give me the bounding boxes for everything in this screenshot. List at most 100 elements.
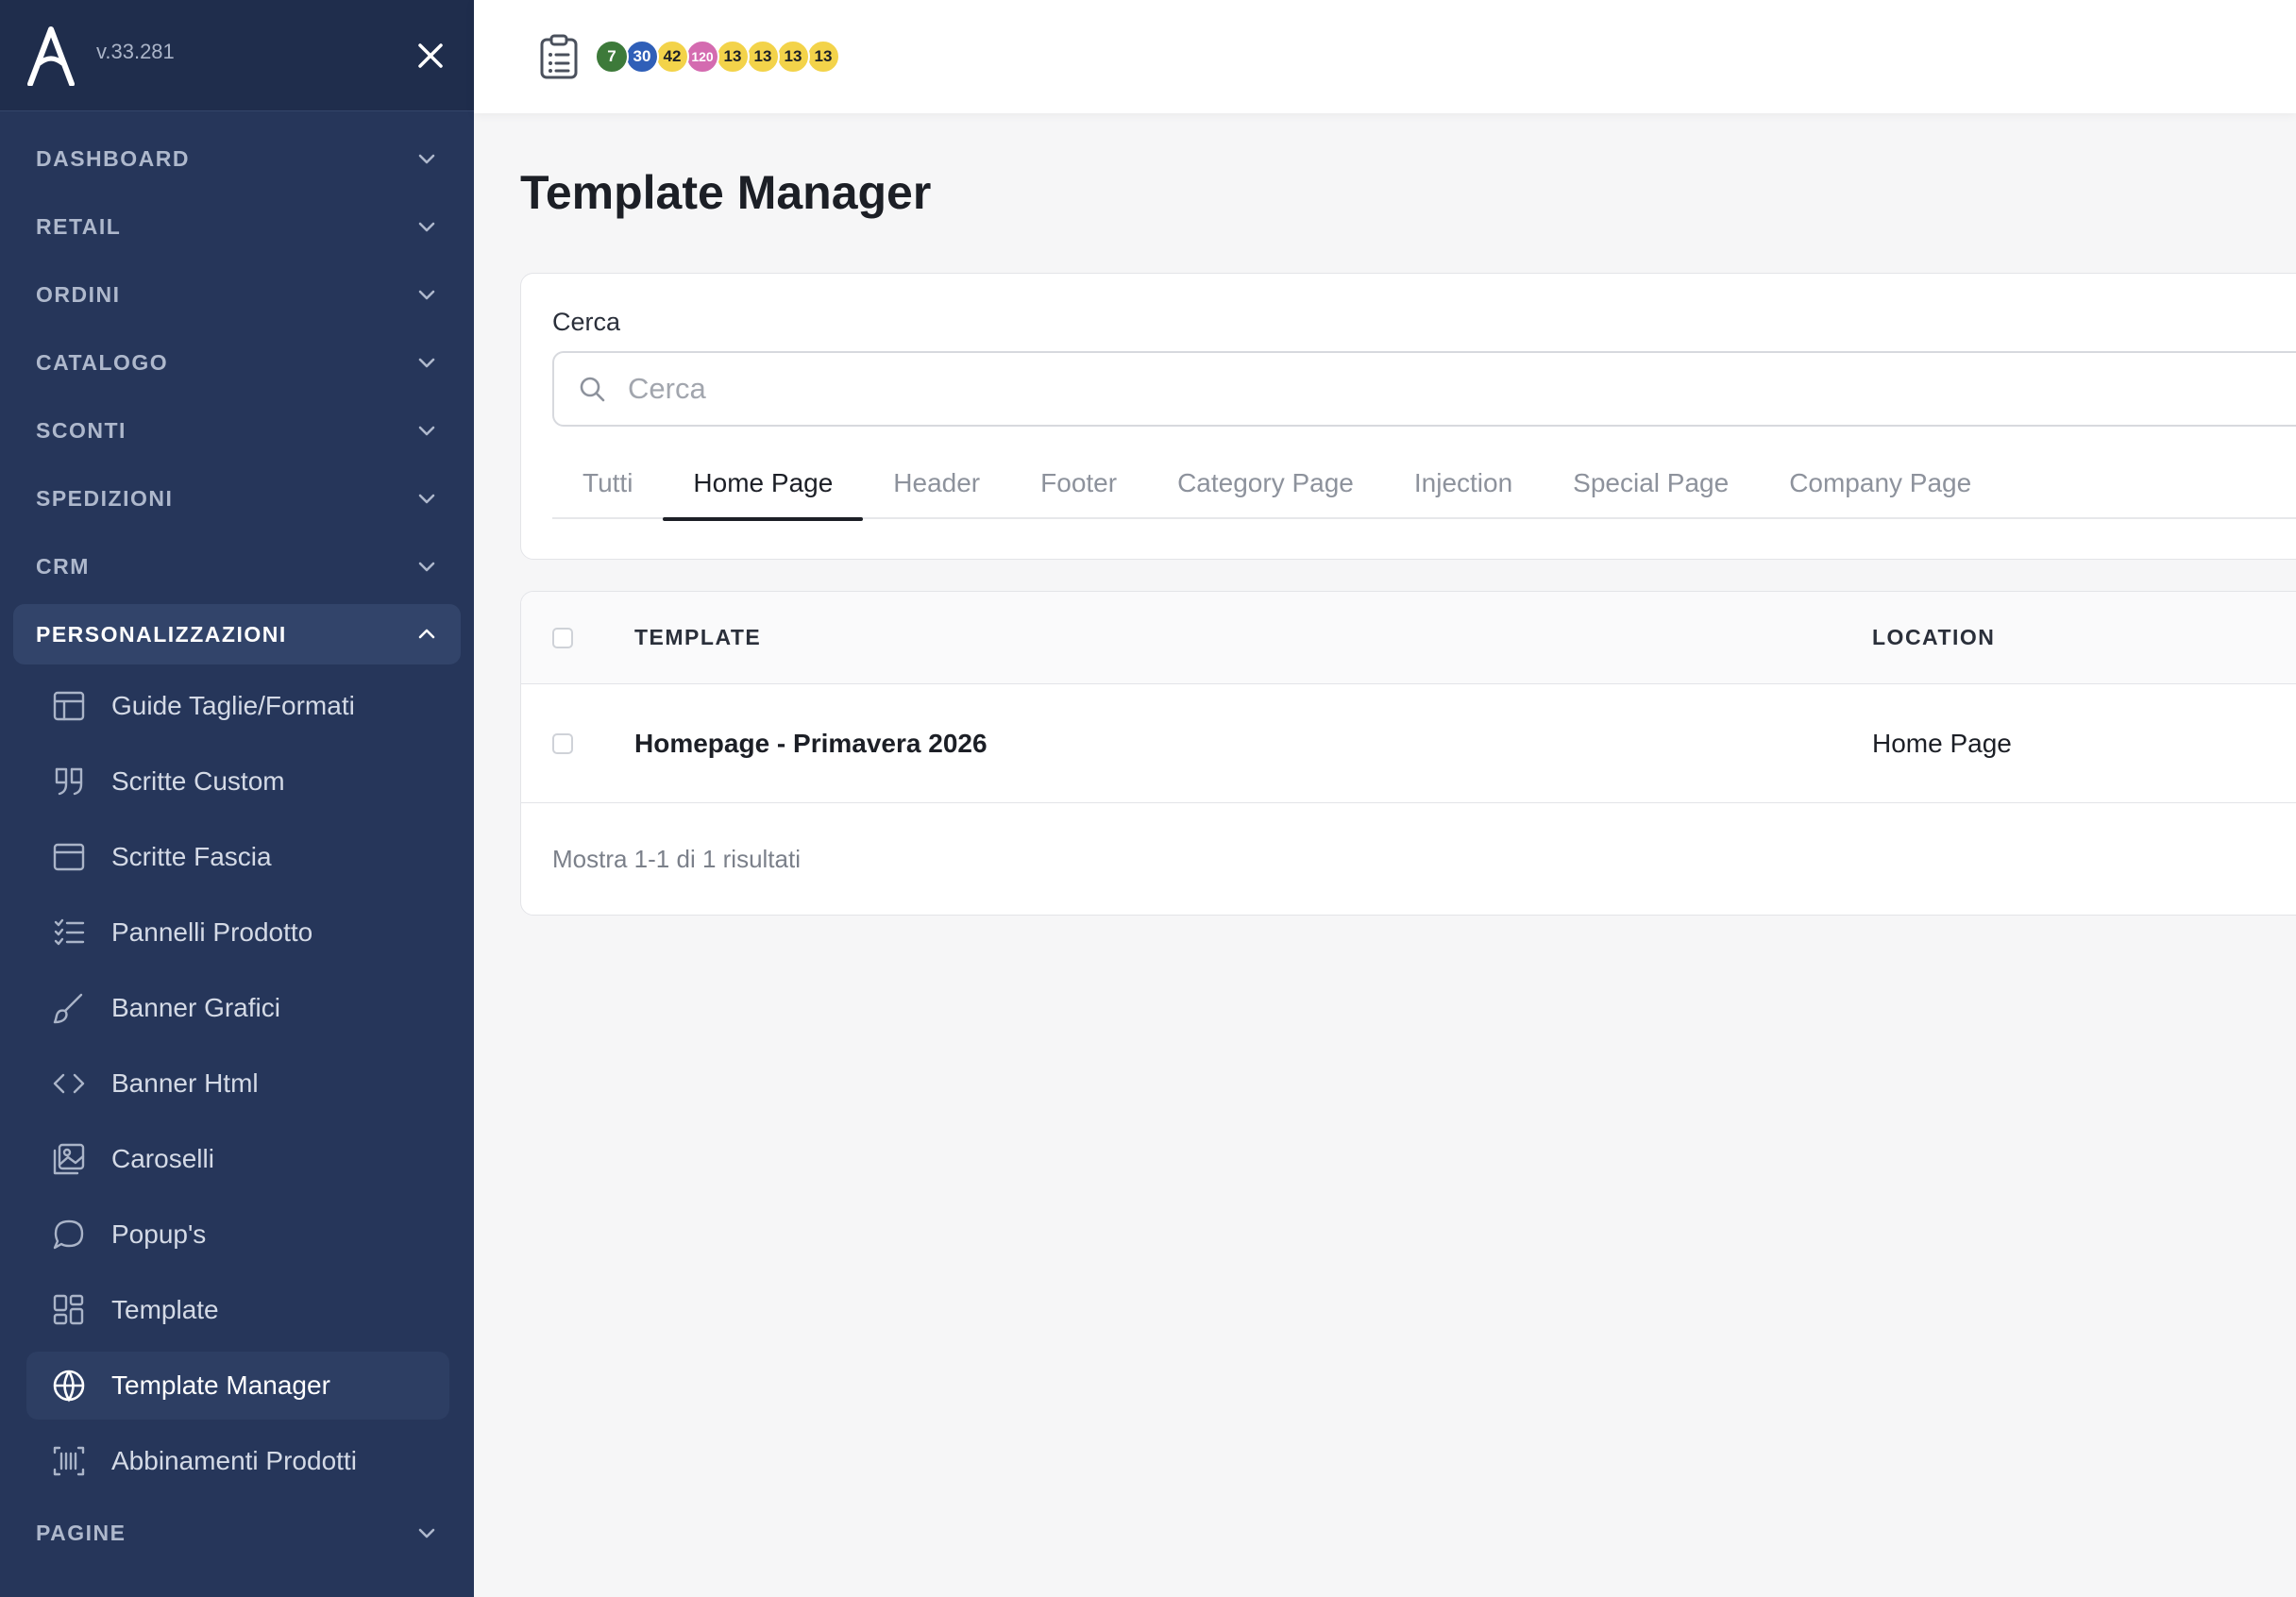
chat-bubble-icon xyxy=(53,1219,84,1250)
list-icon xyxy=(54,918,85,946)
column-header-template[interactable]: TEMPLATE xyxy=(634,625,1872,650)
nav-group-crm[interactable]: CRM xyxy=(13,536,461,597)
top-bar: 7 30 42 120 13 13 13 13 xyxy=(474,0,2296,113)
template-name-cell[interactable]: Homepage - Primavera 2026 xyxy=(634,729,1872,759)
sidebar-item-label: Pannelli Prodotto xyxy=(111,917,313,947)
sidebar-item-label: Banner Grafici xyxy=(111,993,280,1022)
tab-home-page[interactable]: Home Page xyxy=(663,459,864,521)
sidebar-item-label: Template xyxy=(111,1295,219,1324)
code-icon xyxy=(53,1073,85,1094)
nav-group-label: CATALOGO xyxy=(36,349,169,375)
tab-tutti[interactable]: Tutti xyxy=(552,459,663,519)
chevron-up-icon xyxy=(418,629,435,639)
sidebar-item-template[interactable]: Template xyxy=(26,1276,449,1344)
nav-group-label: PERSONALIZZAZIONI xyxy=(36,621,287,647)
templates-table: TEMPLATE LOCATION Homepage - Primavera 2… xyxy=(520,591,2296,916)
nav-group-pagine[interactable]: PAGINE xyxy=(13,1503,461,1563)
tab-company-page[interactable]: Company Page xyxy=(1759,459,2001,519)
sidebar-item-label: Banner Html xyxy=(111,1068,259,1098)
tab-category-page[interactable]: Category Page xyxy=(1147,459,1384,519)
nav-group-label: SCONTI xyxy=(36,417,127,443)
count-badge[interactable]: 13 xyxy=(746,40,780,74)
sidebar-item-label: Scritte Fascia xyxy=(111,842,272,871)
chevron-down-icon xyxy=(418,1528,435,1538)
nav-group-retail[interactable]: RETAIL xyxy=(13,196,461,257)
tab-footer[interactable]: Footer xyxy=(1010,459,1147,519)
nav-group-personalizzazioni[interactable]: PERSONALIZZAZIONI xyxy=(13,604,461,664)
nav-group-sconti[interactable]: SCONTI xyxy=(13,400,461,461)
nav-group-label: ORDINI xyxy=(36,281,121,307)
status-badges: 7 30 42 120 13 13 13 13 xyxy=(595,40,840,74)
barcode-icon xyxy=(53,1446,85,1476)
count-badge[interactable]: 42 xyxy=(655,40,689,74)
close-sidebar-button[interactable] xyxy=(414,39,447,73)
search-label: Cerca xyxy=(552,308,621,336)
chevron-down-icon xyxy=(418,562,435,572)
sidebar-item-pannelli-prodotto[interactable]: Pannelli Prodotto xyxy=(26,899,449,967)
sidebar-item-popup-s[interactable]: Popup's xyxy=(26,1201,449,1269)
chevron-down-icon xyxy=(418,358,435,368)
brush-icon xyxy=(53,993,83,1024)
search-input[interactable] xyxy=(628,372,2233,406)
count-badge[interactable]: 13 xyxy=(716,40,750,74)
search-box[interactable] xyxy=(552,351,2296,427)
column-header-location[interactable]: LOCATION xyxy=(1872,625,1995,650)
nav-group-ordini[interactable]: ORDINI xyxy=(13,264,461,325)
table-row[interactable]: Homepage - Primavera 2026 Home Page xyxy=(521,684,2296,803)
app-version: v.33.281 xyxy=(96,39,175,63)
nav-group-label: RETAIL xyxy=(36,213,122,239)
nav-group-catalogo[interactable]: CATALOGO xyxy=(13,332,461,393)
table-icon xyxy=(53,691,85,721)
sidebar-item-banner-html[interactable]: Banner Html xyxy=(26,1050,449,1118)
select-all-checkbox[interactable] xyxy=(552,627,573,648)
location-tabs: Tutti Home Page Header Footer Category Page I… xyxy=(552,459,2296,521)
clipboard-icon[interactable] xyxy=(538,33,580,80)
count-badge[interactable]: 7 xyxy=(595,40,629,74)
sidebar-item-guide-taglie-formati[interactable]: Guide Taglie/Formati xyxy=(26,672,449,740)
nav-group-label: SPEDIZIONI xyxy=(36,485,174,511)
sidebar: v.33.281 DASHBOARD RETAIL ORDINI CATALOGO SC… xyxy=(0,0,474,1597)
nav-group-dashboard[interactable]: DASHBOARD xyxy=(13,128,461,189)
sidebar-item-label: Popup's xyxy=(111,1219,207,1249)
quote-icon xyxy=(55,767,83,796)
chevron-down-icon xyxy=(418,426,435,436)
pagination-summary: Mostra 1-1 di 1 risultati xyxy=(552,844,801,873)
count-badge[interactable]: 13 xyxy=(776,40,810,74)
tab-injection[interactable]: Injection xyxy=(1384,459,1543,519)
sidebar-nav: DASHBOARD RETAIL ORDINI CATALOGO SCONTI SPEDI… xyxy=(0,111,474,1563)
sidebar-item-label: Scritte Custom xyxy=(111,766,285,796)
sidebar-item-scritte-fascia[interactable]: Scritte Fascia xyxy=(26,823,449,891)
nav-group-label: DASHBOARD xyxy=(36,145,190,171)
sidebar-header: v.33.281 xyxy=(0,0,474,111)
sidebar-item-caroselli[interactable]: Caroselli xyxy=(26,1125,449,1193)
sidebar-item-template-manager[interactable]: Template Manager xyxy=(26,1352,449,1420)
nav-group-label: PAGINE xyxy=(36,1520,127,1545)
location-cell: Home Page xyxy=(1872,728,2012,758)
sidebar-item-abbinamenti-prodotti[interactable]: Abbinamenti Prodotti xyxy=(26,1427,449,1495)
filter-card: Cerca TuttiHome PageHeaderFooterCategory… xyxy=(520,273,2296,560)
close-icon xyxy=(418,42,443,68)
tab-special-page[interactable]: Special Page xyxy=(1543,459,1759,519)
count-badge[interactable]: 120 xyxy=(685,40,719,74)
chevron-down-icon xyxy=(418,290,435,300)
count-badge[interactable]: 13 xyxy=(806,40,840,74)
nav-group-spedizioni[interactable]: SPEDIZIONI xyxy=(13,468,461,529)
sidebar-item-label: Caroselli xyxy=(111,1144,214,1173)
table-header: TEMPLATE LOCATION xyxy=(521,592,2296,684)
chevron-down-icon xyxy=(418,222,435,232)
images-icon xyxy=(53,1143,85,1175)
sidebar-item-banner-grafici[interactable]: Banner Grafici xyxy=(26,974,449,1042)
layout-icon xyxy=(53,1294,84,1325)
sidebar-item-label: Guide Taglie/Formati xyxy=(111,691,355,720)
nav-group-label: CRM xyxy=(36,553,90,579)
app-logo[interactable] xyxy=(26,25,76,86)
sidebar-item-scritte-custom[interactable]: Scritte Custom xyxy=(26,748,449,815)
sidebar-item-label: Template Manager xyxy=(111,1370,330,1400)
count-badge[interactable]: 30 xyxy=(625,40,659,74)
row-checkbox[interactable] xyxy=(552,732,573,754)
tab-header[interactable]: Header xyxy=(863,459,1010,519)
sidebar-item-label: Abbinamenti Prodotti xyxy=(111,1446,357,1475)
page-title: Template Manager xyxy=(520,166,932,219)
globe-icon xyxy=(53,1370,85,1403)
panel-icon xyxy=(53,843,85,871)
